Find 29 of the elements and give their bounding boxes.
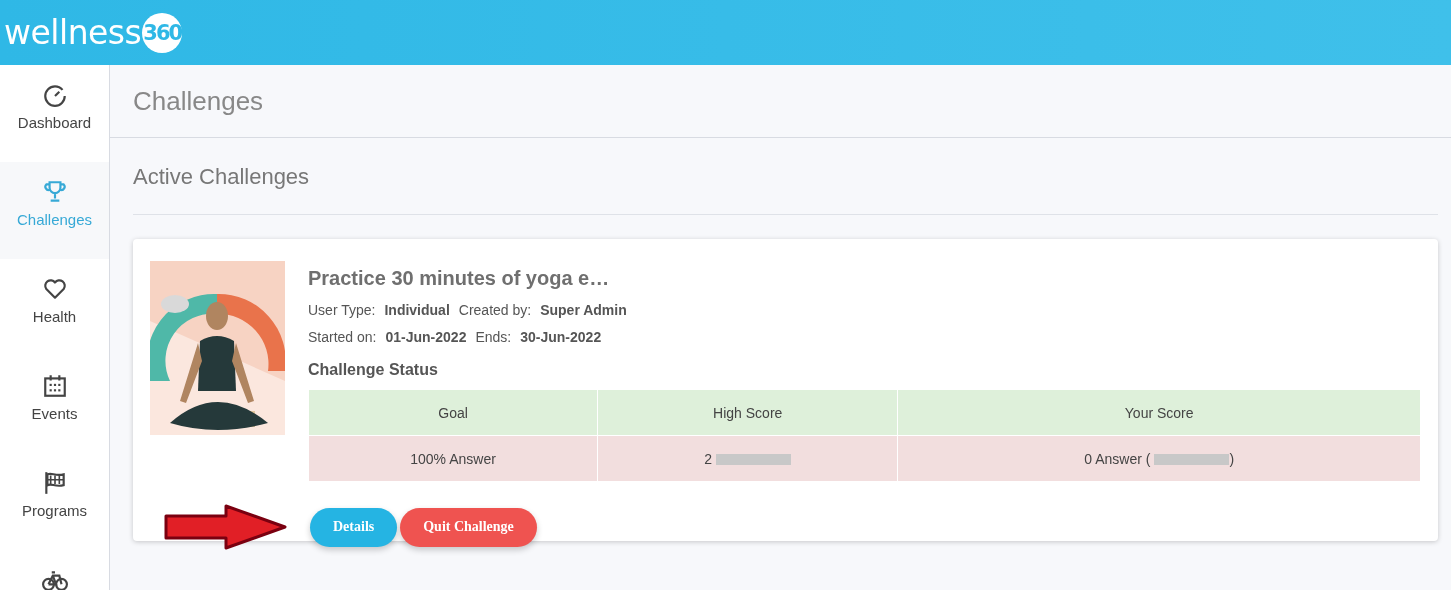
- gauge-icon: [41, 82, 68, 108]
- column-header: Goal: [308, 389, 598, 436]
- section-title: Active Challenges: [133, 138, 1438, 215]
- page-title: Challenges: [133, 85, 264, 117]
- trophy-icon: [41, 179, 68, 205]
- table-cell: 100% Answer: [308, 435, 598, 482]
- status-title: Challenge Status: [308, 361, 439, 379]
- arrow-icon: [164, 504, 288, 550]
- heart-icon: [41, 276, 68, 302]
- nav-item[interactable]: Programs: [0, 453, 109, 550]
- meta-value: Individual: [384, 302, 450, 318]
- meta-label: Started on:: [308, 329, 377, 345]
- table-cell: 0 Answer ( ): [897, 435, 1421, 482]
- meta-value: 30-Jun-2022: [520, 329, 602, 345]
- table-cell: 2: [597, 435, 898, 482]
- logo-badge: 360: [142, 12, 183, 53]
- challenge-title: Practice 30 minutes of yoga e…: [308, 267, 611, 290]
- meta-label: Ends:: [475, 329, 512, 345]
- logo-wordmark: wellness: [4, 13, 142, 52]
- meta-value: 01-Jun-2022: [385, 329, 467, 345]
- meta-label: Created by:: [458, 302, 532, 318]
- meta-value: Super Admin: [540, 302, 627, 318]
- meta-label: User Type:: [308, 302, 376, 318]
- calendar-icon: [41, 373, 68, 399]
- column-header: Your Score: [897, 389, 1421, 436]
- nav-item[interactable]: Events: [0, 356, 109, 453]
- column-header: High Score: [597, 389, 898, 436]
- nav-item[interactable]: Dashboard: [0, 65, 109, 162]
- nav-item[interactable]: Health: [0, 259, 109, 356]
